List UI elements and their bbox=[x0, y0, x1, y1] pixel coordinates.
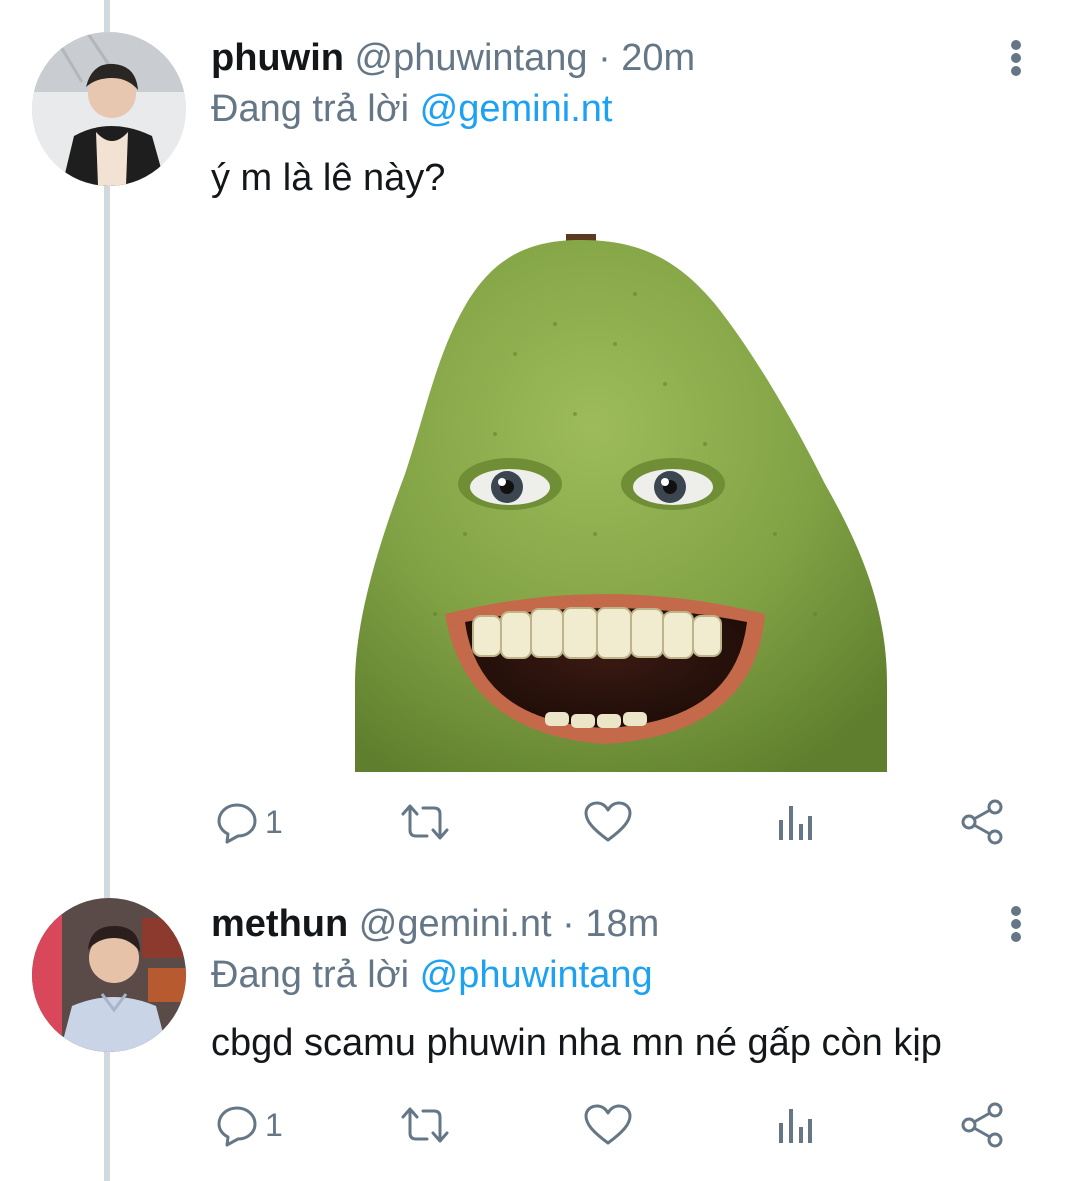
timestamp[interactable]: 20m bbox=[621, 37, 695, 79]
share-button[interactable] bbox=[959, 1101, 1005, 1149]
user-handle[interactable]: @gemini.nt bbox=[359, 903, 552, 945]
more-options-button[interactable] bbox=[1004, 904, 1028, 948]
dot-icon bbox=[1011, 66, 1021, 76]
dot-icon bbox=[1011, 932, 1021, 942]
separator-dot: · bbox=[562, 903, 575, 945]
retweet-button[interactable] bbox=[399, 798, 451, 846]
timestamp[interactable]: 18m bbox=[585, 903, 659, 945]
analytics-icon bbox=[779, 806, 812, 840]
tweet-media[interactable] bbox=[355, 234, 887, 772]
analytics-button[interactable] bbox=[775, 1101, 815, 1149]
avatar[interactable] bbox=[32, 898, 186, 1052]
share-icon bbox=[961, 1102, 1003, 1148]
tweet-actions: 1 bbox=[211, 798, 1011, 846]
tweet-text: cbgd scamu phuwin nha mn né gấp còn kịp bbox=[211, 1022, 942, 1064]
reply-count: 1 bbox=[265, 1107, 283, 1143]
reply-count: 1 bbox=[265, 804, 283, 840]
analytics-button[interactable] bbox=[775, 798, 815, 846]
dot-icon bbox=[1011, 919, 1021, 929]
avatar-photo-icon bbox=[32, 898, 186, 1052]
share-icon bbox=[961, 799, 1003, 845]
avatar-photo-icon bbox=[32, 32, 186, 186]
tweet-actions: 1 bbox=[211, 1101, 1011, 1149]
separator-dot: · bbox=[598, 37, 611, 79]
like-button[interactable] bbox=[583, 798, 633, 846]
mention-link[interactable]: @phuwintang bbox=[420, 954, 653, 996]
mention-link[interactable]: @gemini.nt bbox=[420, 88, 613, 130]
tweet-phuwin[interactable]: phuwin @phuwintang · 20m Đang trả lời @g… bbox=[0, 0, 1080, 880]
retweet-button[interactable] bbox=[399, 1101, 451, 1149]
like-icon bbox=[584, 801, 632, 842]
dot-icon bbox=[1011, 53, 1021, 63]
tweet-methun[interactable]: methun @gemini.nt · 18m Đang trả lời @ph… bbox=[0, 880, 1080, 1181]
display-name[interactable]: phuwin bbox=[211, 37, 344, 79]
retweet-icon bbox=[401, 1107, 449, 1143]
tweet-header: phuwin @phuwintang · 20m bbox=[211, 36, 695, 80]
smiling-pear-image-icon bbox=[355, 234, 887, 772]
dot-icon bbox=[1011, 906, 1021, 916]
reply-button[interactable]: 1 bbox=[215, 798, 283, 846]
replying-to: Đang trả lời @phuwintang bbox=[211, 953, 653, 997]
tweet-header: methun @gemini.nt · 18m bbox=[211, 902, 659, 946]
tweet-text: ý m là lê này? bbox=[211, 157, 446, 199]
retweet-icon bbox=[401, 804, 449, 840]
replying-to-label: Đang trả lời bbox=[211, 954, 410, 996]
avatar[interactable] bbox=[32, 32, 186, 186]
dot-icon bbox=[1011, 40, 1021, 50]
reply-icon bbox=[217, 803, 257, 844]
display-name[interactable]: methun bbox=[211, 903, 348, 945]
replying-to-label: Đang trả lời bbox=[211, 88, 410, 130]
like-button[interactable] bbox=[583, 1101, 633, 1149]
reply-icon bbox=[217, 1106, 257, 1147]
share-button[interactable] bbox=[959, 798, 1005, 846]
reply-button[interactable]: 1 bbox=[215, 1101, 283, 1149]
replying-to: Đang trả lời @gemini.nt bbox=[211, 87, 612, 131]
user-handle[interactable]: @phuwintang bbox=[355, 37, 588, 79]
like-icon bbox=[584, 1104, 632, 1145]
analytics-icon bbox=[779, 1109, 812, 1143]
more-options-button[interactable] bbox=[1004, 38, 1028, 82]
